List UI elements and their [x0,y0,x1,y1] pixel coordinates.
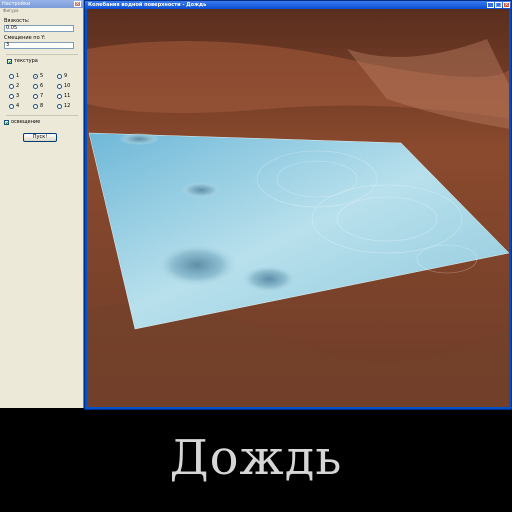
radio-button[interactable] [33,103,38,109]
radio-button[interactable] [33,83,38,89]
divider [6,54,78,55]
settings-menu[interactable]: Фигура [0,8,83,14]
radio-label: 5 [40,73,44,79]
radio-option[interactable]: 8 [33,103,43,109]
main-titlebar[interactable]: Колебания водной поверхности - Дождь _ □… [85,1,511,9]
offset-input[interactable]: 3 [4,42,74,49]
radio-button[interactable] [9,83,14,89]
radio-button[interactable] [57,73,62,79]
rain-drop-ripple [181,182,221,198]
close-icon[interactable]: × [503,2,510,8]
radio-button[interactable] [33,93,38,99]
radio-option[interactable]: 2 [9,83,19,89]
radio-option[interactable]: 7 [33,93,43,99]
radio-label: 1 [16,73,20,79]
settings-window: Настройки × Фигура Вязкость: 0.05 Смещен… [0,0,84,408]
radio-option[interactable]: 1 [9,73,19,79]
rain-drop-ripple [119,133,159,145]
radio-option[interactable]: 11 [57,93,70,99]
radio-option[interactable]: 4 [9,103,19,109]
radio-option[interactable]: 9 [57,73,67,79]
lighting-checkbox[interactable] [4,119,9,125]
radio-label: 3 [16,93,20,99]
radio-label: 11 [64,93,71,99]
viscosity-input[interactable]: 0.05 [4,25,74,32]
radio-button[interactable] [9,93,14,99]
render-viewport[interactable] [87,9,509,407]
main-window: Колебания водной поверхности - Дождь _ □… [84,0,512,410]
radio-label: 7 [40,93,44,99]
radio-label: 12 [64,103,71,109]
scene [87,9,509,407]
radio-label: 2 [16,83,20,89]
radio-option[interactable]: 12 [57,103,70,109]
radio-button[interactable] [57,83,62,89]
radio-label: 9 [64,73,68,79]
divider [6,115,78,116]
radio-button-selected[interactable] [33,73,38,79]
radio-option[interactable]: 5 [33,73,43,79]
texture-checkbox-row[interactable]: текстура [7,58,38,64]
settings-titlebar[interactable]: Настройки × [0,0,83,8]
rain-drop-ripple [155,243,239,287]
radio-label: 4 [16,103,20,109]
close-icon[interactable]: × [74,1,81,7]
radio-button[interactable] [9,73,14,79]
radio-button[interactable] [57,93,62,99]
texture-checkbox[interactable] [7,58,12,64]
radio-label: 6 [40,83,44,89]
maximize-icon[interactable]: □ [495,2,502,8]
settings-title: Настройки [2,1,31,7]
radio-button[interactable] [9,103,14,109]
radio-option[interactable]: 10 [57,83,70,89]
viscosity-label: Вязкость: [4,18,30,24]
lighting-label: освещение [11,119,41,125]
radio-label: 10 [64,83,71,89]
radio-label: 8 [40,103,44,109]
offset-label: Смещение по Y: [4,35,46,41]
main-title: Колебания водной поверхности - Дождь [88,2,207,8]
radio-button[interactable] [57,103,62,109]
texture-label: текстура [14,58,38,64]
minimize-icon[interactable]: _ [487,2,494,8]
rain-drop-ripple [241,265,297,293]
start-button[interactable]: Пуск! [23,133,57,142]
lighting-checkbox-row[interactable]: освещение [4,119,40,125]
caption: Дождь [169,430,343,486]
radio-option[interactable]: 6 [33,83,43,89]
radio-option[interactable]: 3 [9,93,19,99]
